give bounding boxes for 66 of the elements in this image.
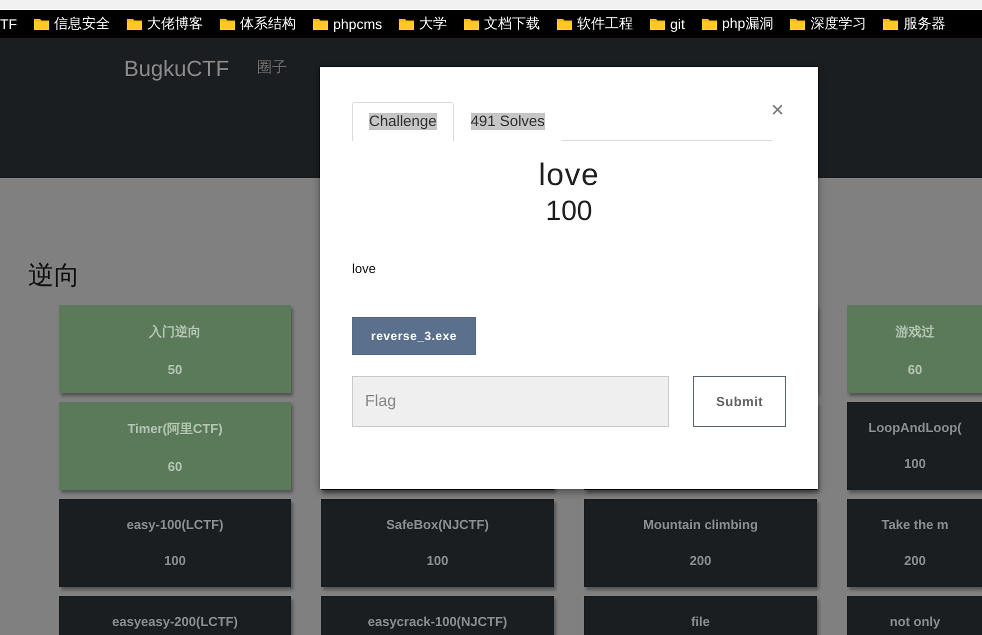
dialog-tab[interactable]: Challenge <box>352 102 454 141</box>
challenge-name: love <box>538 157 600 193</box>
bookmark-item[interactable]: 文档下载 <box>464 15 540 33</box>
challenge-title: file <box>691 614 710 629</box>
challenge-score: 100 <box>544 195 594 227</box>
challenge-title: LoopAndLoop( <box>868 420 962 435</box>
challenge-title: easyeasy-200(LCTF) <box>112 614 238 629</box>
folder-icon <box>34 18 50 30</box>
file-download-button[interactable]: reverse_3.exe <box>352 317 476 355</box>
bookmark-item[interactable]: 服务器 <box>883 15 946 33</box>
folder-icon <box>883 18 898 30</box>
challenge-points: 200 <box>690 553 712 568</box>
bookmark-item[interactable]: 大佬博客 <box>127 15 204 33</box>
bookmark-item[interactable]: php漏洞 <box>702 15 774 33</box>
folder-icon <box>399 18 414 30</box>
challenge-card[interactable]: Mountain climbing 200 <box>584 499 817 587</box>
folder-icon <box>702 18 717 30</box>
folder-icon <box>650 18 666 30</box>
bookmark-item[interactable]: 大学 <box>399 15 448 33</box>
challenge-points: 60 <box>168 459 182 474</box>
bookmark-item[interactable]: phpcms <box>313 16 382 32</box>
challenge-card[interactable]: 入门逆向 50 <box>59 305 291 393</box>
challenge-points: 50 <box>168 362 182 377</box>
folder-icon <box>557 18 572 30</box>
challenge-card[interactable]: not only <box>847 596 982 635</box>
challenge-title: Mountain climbing <box>643 517 758 532</box>
bookmark-item[interactable]: 体系结构 <box>220 15 296 33</box>
challenge-title: 游戏过 <box>896 323 934 341</box>
challenge-card[interactable]: 游戏过 60 <box>847 305 982 393</box>
challenge-points: 100 <box>164 553 186 568</box>
submit-button[interactable]: Submit <box>693 376 786 427</box>
challenge-title: Timer(阿里CTF) <box>127 420 223 438</box>
challenge-points: 100 <box>904 456 926 471</box>
challenge-card[interactable]: Timer(阿里CTF) 60 <box>59 402 291 490</box>
bookmark-item[interactable]: git <box>650 16 685 32</box>
challenge-title: easy-100(LCTF) <box>126 517 224 532</box>
challenge-title: SafeBox(NJCTF) <box>386 517 489 532</box>
challenge-title: easycrack-100(NJCTF) <box>368 614 508 629</box>
challenge-description: love <box>352 261 377 276</box>
challenge-card[interactable]: LoopAndLoop( 100 <box>847 402 982 490</box>
bookmark-item[interactable]: 软件工程 <box>557 15 634 33</box>
bookmark-item[interactable]: 深度学习 <box>790 15 866 33</box>
challenge-card[interactable]: SafeBox(NJCTF) 100 <box>321 499 554 587</box>
challenge-title: not only <box>890 614 940 629</box>
close-button[interactable]: × <box>769 99 786 121</box>
bookmark-item[interactable]: 信息安全 <box>34 15 110 33</box>
folder-icon <box>220 18 236 30</box>
site-logo[interactable]: BugkuCTF <box>124 56 230 82</box>
bookmark-item[interactable]: TF <box>0 16 18 32</box>
challenge-card[interactable]: easy-100(LCTF) 100 <box>59 499 291 587</box>
challenge-card[interactable]: easyeasy-200(LCTF) <box>59 596 291 635</box>
folder-icon <box>127 18 142 30</box>
challenge-card[interactable]: easycrack-100(NJCTF) <box>321 596 554 635</box>
challenge-card[interactable]: file <box>584 596 817 635</box>
flag-input[interactable]: Flag <box>352 376 670 427</box>
section-heading: 逆向 <box>28 260 80 292</box>
nav-link[interactable]: 圈子 <box>257 58 288 77</box>
challenge-points: 60 <box>908 362 922 377</box>
folder-icon <box>790 18 806 30</box>
folder-icon <box>464 18 480 30</box>
challenge-points: 200 <box>904 553 926 568</box>
challenge-title: Take the m <box>882 517 948 532</box>
folder-icon <box>313 18 328 30</box>
challenge-title: 入门逆向 <box>149 323 201 341</box>
challenge-card[interactable]: Take the m 200 <box>847 499 982 587</box>
challenge-points: 100 <box>426 553 448 568</box>
